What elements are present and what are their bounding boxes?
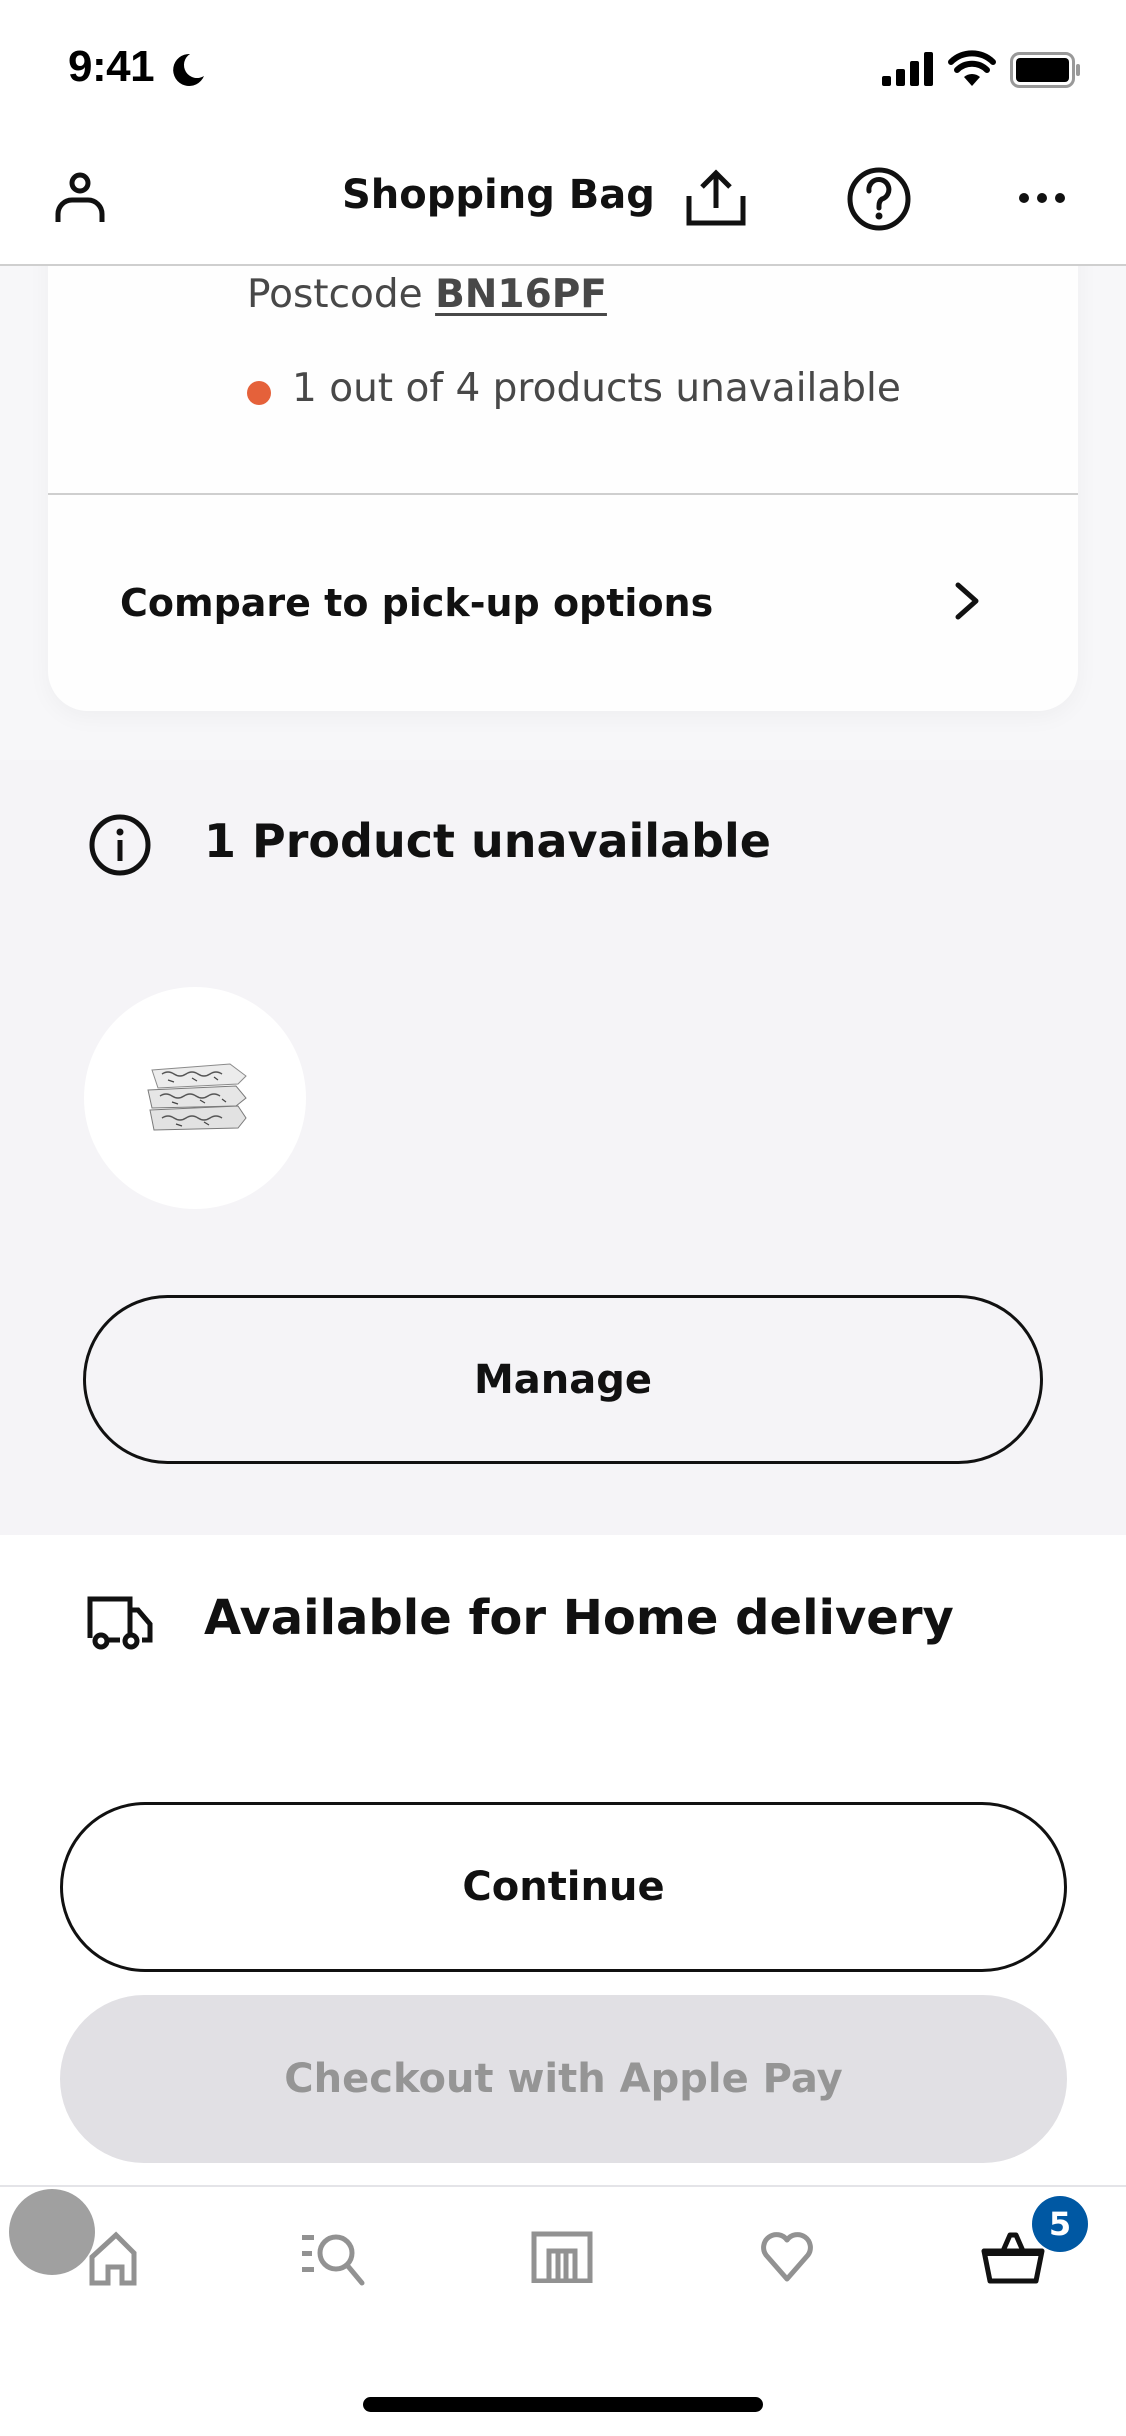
search-icon [302, 2234, 365, 2286]
tab-search[interactable] [296, 2222, 376, 2292]
wifi-icon [948, 50, 996, 86]
manage-button[interactable]: Manage [83, 1295, 1043, 1464]
info-icon [89, 814, 151, 876]
profile-icon[interactable] [50, 168, 110, 228]
postcode-link[interactable]: BN16PF [435, 272, 607, 317]
bedding-set-image [147, 1063, 247, 1131]
continue-button[interactable]: Continue [60, 1802, 1067, 1972]
unavailable-status-dot [247, 381, 271, 405]
truck-icon [87, 1596, 153, 1650]
postcode-line: Postcode BN16PF [247, 272, 607, 317]
compare-pickup-label: Compare to pick-up options [120, 581, 714, 625]
home-icon [89, 2231, 137, 2286]
status-time: 9:41 [68, 42, 155, 91]
home-indicator[interactable] [363, 2397, 763, 2412]
header-divider [0, 264, 1126, 266]
chevron-right-icon [955, 582, 979, 620]
unavailable-product-thumbnail[interactable] [84, 987, 306, 1209]
bag-count-badge: 5 [1032, 2196, 1088, 2252]
cellular-signal-icon [882, 52, 933, 86]
more-options-icon[interactable] [1016, 180, 1068, 216]
home-delivery-heading: Available for Home delivery [204, 1590, 954, 1646]
battery-icon [1010, 52, 1080, 88]
unavailable-heading: 1 Product unavailable [204, 814, 772, 868]
availability-status: 1 out of 4 products unavailable [292, 366, 901, 411]
checkout-apple-pay-button[interactable]: Checkout with Apple Pay [60, 1995, 1067, 2163]
tab-favourites[interactable] [747, 2222, 827, 2292]
moon-icon [173, 53, 204, 86]
page-title: Shopping Bag [342, 172, 655, 218]
postcode-label: Postcode [247, 272, 423, 317]
tab-home[interactable] [72, 2222, 152, 2292]
store-icon [531, 2231, 593, 2283]
tab-stores[interactable] [522, 2222, 602, 2292]
help-icon[interactable] [846, 166, 912, 232]
heart-icon [761, 2232, 813, 2282]
compare-pickup-options-row[interactable]: Compare to pick-up options [48, 495, 1078, 711]
tab-bar-divider [0, 2185, 1126, 2187]
share-icon[interactable] [682, 168, 750, 228]
